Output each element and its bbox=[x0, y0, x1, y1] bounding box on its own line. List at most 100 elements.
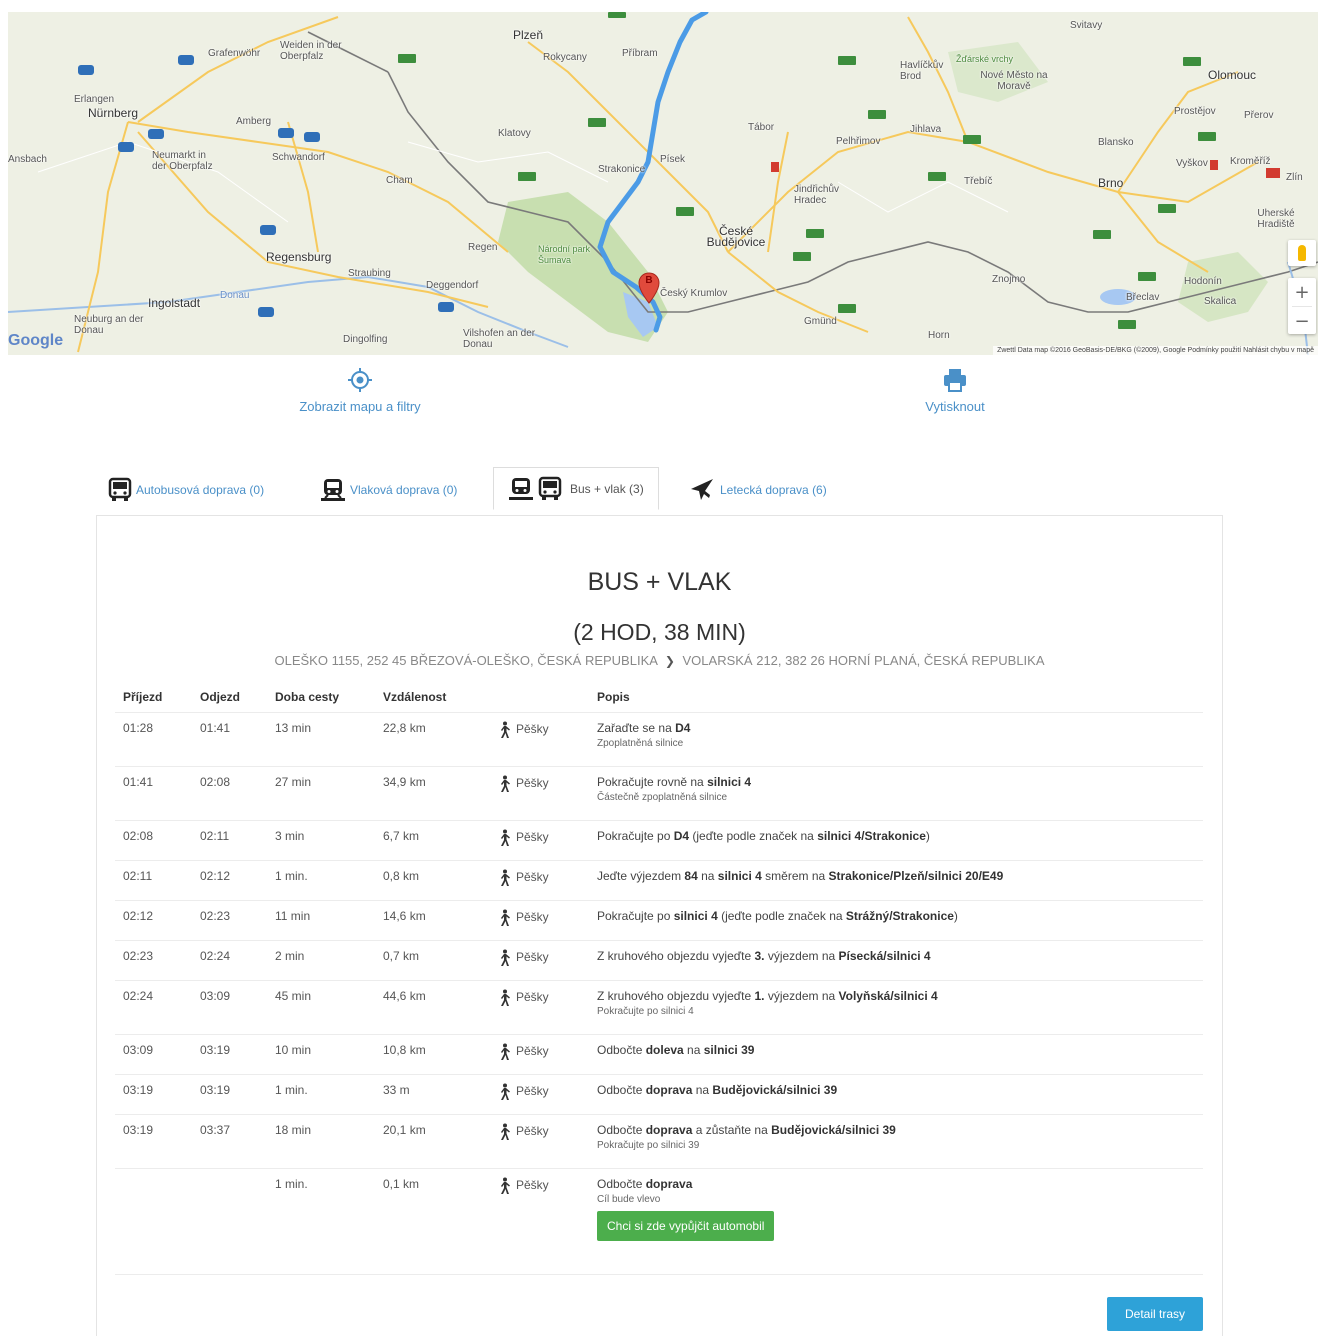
tab-bus-train[interactable]: Bus + vlak (3) bbox=[493, 467, 659, 510]
walk-label: Pěšky bbox=[516, 1043, 549, 1058]
print-link[interactable]: Vytisknout bbox=[880, 367, 1030, 414]
route-detail-button[interactable]: Detail trasy bbox=[1107, 1297, 1203, 1331]
marker-label: B bbox=[645, 275, 653, 286]
map-label-schwandorf: Schwandorf bbox=[272, 152, 325, 163]
rent-car-button[interactable]: Chci si zde vypůjčit automobil bbox=[597, 1210, 775, 1241]
description-part: Pokračujte rovně na bbox=[597, 774, 708, 789]
header-description: Popis bbox=[597, 690, 630, 704]
step-subnote: Pokračujte po silnici 39 bbox=[597, 1139, 700, 1151]
step-instruction: Pokračujte rovně na silnici 4 bbox=[597, 775, 1195, 789]
walk-label: Pěšky bbox=[516, 909, 549, 924]
step-description: Pokračujte po D4 (jeďte podle značek na … bbox=[589, 819, 1203, 860]
route-to: VOLARSKÁ 212, 382 26 HORNÍ PLANÁ, ČESKÁ … bbox=[682, 653, 1045, 668]
map-label-vilshofen: Vilshofen an der Donau bbox=[463, 328, 536, 350]
step-departure: 03:19 bbox=[192, 1073, 267, 1114]
train-icon bbox=[509, 477, 533, 500]
transport-tabs: Autobusová doprava (0) Vlaková doprava (… bbox=[96, 465, 1223, 510]
map-label-nove-mesto: Nové Město na Moravě bbox=[980, 70, 1048, 92]
map-label-rokycany: Rokycany bbox=[543, 52, 587, 63]
map-label-ansbach: Ansbach bbox=[8, 154, 47, 165]
chevron-right-icon: ❯ bbox=[664, 654, 675, 668]
header-departure: Odjezd bbox=[200, 690, 241, 704]
step-distance: 22,8 km bbox=[375, 711, 489, 766]
route-from: OLEŠKO 1155, 252 45 BŘEZOVÁ-OLEŠKO, ČESK… bbox=[274, 653, 658, 668]
step-instruction: Odbočte doprava a zůstaňte na Budějovick… bbox=[597, 1123, 1195, 1137]
step-duration: 1 min. bbox=[267, 859, 375, 900]
step-duration: 3 min bbox=[267, 819, 375, 860]
map-label-donau: Donau bbox=[220, 290, 250, 301]
description-part: Pokračujte po bbox=[597, 828, 674, 843]
map-label-dingolfing: Dingolfing bbox=[343, 334, 388, 345]
step-instruction: Z kruhového objezdu vyjeďte 1. výjezdem … bbox=[597, 989, 1195, 1003]
tab-bus[interactable]: Autobusová doprava (0) bbox=[108, 470, 264, 510]
route-panel: BUS + VLAK (2 HOD, 38 MIN) OLEŠKO 1155, … bbox=[96, 515, 1223, 1336]
map-label-erlangen: Erlangen bbox=[74, 94, 115, 105]
description-part: doleva bbox=[645, 1042, 684, 1057]
description-part: silnici 4 bbox=[707, 774, 752, 789]
airplane-icon bbox=[691, 479, 713, 500]
route-summary: OLEŠKO 1155, 252 45 BŘEZOVÁ-OLEŠKO, ČESK… bbox=[97, 653, 1222, 668]
description-part: Jeďte výjezdem bbox=[597, 868, 685, 883]
step-mode: Pěšky bbox=[489, 1113, 589, 1168]
header-duration: Doba cesty bbox=[275, 690, 340, 704]
walking-icon bbox=[501, 1177, 510, 1194]
tab-bus-train-label: Bus + vlak (3) bbox=[570, 481, 644, 496]
walking-icon bbox=[501, 829, 510, 846]
step-instruction: Odbočte doleva na silnici 39 bbox=[597, 1043, 1195, 1057]
map-attribution[interactable]: Zwettl Data map ©2016 GeoBasis-DE/BKG (©… bbox=[993, 346, 1318, 355]
map-label-uherske-hradiste: Uherské Hradiště bbox=[1257, 208, 1295, 230]
map-label-prerov: Přerov bbox=[1244, 110, 1274, 121]
map-label-sumava: Národní park Šumava bbox=[538, 244, 591, 265]
show-map-filters-link[interactable]: Zobrazit mapu a filtry bbox=[270, 367, 450, 414]
step-arrival: 02:24 bbox=[115, 979, 192, 1034]
tab-flight[interactable]: Letecká doprava (6) bbox=[688, 470, 827, 510]
map-label-prostejov: Prostějov bbox=[1174, 106, 1216, 117]
description-part: Budějovická/silnici 39 bbox=[771, 1122, 896, 1137]
walking-icon bbox=[501, 775, 510, 792]
step-departure: 03:19 bbox=[192, 1033, 267, 1074]
zoom-in-button[interactable]: + bbox=[1288, 278, 1316, 306]
description-part: 3. bbox=[754, 948, 765, 963]
step-duration: 27 min bbox=[267, 765, 375, 820]
step-distance: 44,6 km bbox=[375, 979, 489, 1034]
description-part: silnici 4 bbox=[673, 908, 718, 923]
street-view-pegman[interactable] bbox=[1288, 240, 1316, 266]
table-row: 03:19 03:19 1 min. 33 m Pěšky Odbočte doprava… bbox=[115, 1073, 1203, 1114]
description-part: Z kruhového objezdu vyjeďte bbox=[597, 988, 755, 1003]
table-row: 02:11 02:12 1 min. 0,8 km Pěšky Jeďte výjezde… bbox=[115, 859, 1203, 900]
step-mode: Pěšky bbox=[489, 819, 589, 860]
description-part: na bbox=[692, 1082, 713, 1097]
description-part: (jeďte podle značek na bbox=[689, 828, 818, 843]
panel-title: BUS + VLAK bbox=[587, 568, 732, 596]
description-part: 84 bbox=[684, 868, 698, 883]
description-part: ) bbox=[925, 828, 930, 843]
description-part: D4 bbox=[675, 720, 691, 735]
description-part: Z kruhového objezdu vyjeďte bbox=[597, 948, 755, 963]
route-map[interactable]: Erlangen Nürnberg Ansbach Amberg Schwand… bbox=[8, 12, 1318, 355]
map-label-olomouc: Olomouc bbox=[1208, 68, 1257, 82]
walk-label: Pěšky bbox=[516, 869, 549, 884]
description-part: výjezdem na bbox=[764, 948, 839, 963]
route-steps-body: 01:28 01:41 13 min 22,8 km Pěšky Zařaďte se n… bbox=[115, 711, 1203, 1266]
table-row: 1 min. 0,1 km Pěšky Odbočte doprava Cíl bude… bbox=[115, 1167, 1203, 1266]
map-label-regen: Regen bbox=[468, 242, 498, 253]
step-mode: Pěšky bbox=[489, 1033, 589, 1074]
destination-marker[interactable]: B bbox=[638, 272, 660, 304]
step-arrival: 02:11 bbox=[115, 859, 192, 900]
map-label-blansko: Blansko bbox=[1098, 137, 1134, 148]
map-label-brno: Brno bbox=[1098, 176, 1124, 190]
step-departure: 02:12 bbox=[192, 859, 267, 900]
walking-icon bbox=[501, 989, 510, 1006]
description-part: 1. bbox=[754, 988, 765, 1003]
step-description: Odbočte doprava a zůstaňte na Budějovick… bbox=[589, 1113, 1203, 1168]
walking-icon bbox=[501, 869, 510, 886]
zoom-out-button[interactable]: − bbox=[1288, 307, 1316, 335]
map-label-weiden: Weiden in der Oberpfalz bbox=[280, 40, 342, 62]
description-part: Odbočte bbox=[597, 1176, 646, 1191]
walking-icon bbox=[501, 909, 510, 926]
tab-train-label: Vlaková doprava (0) bbox=[350, 483, 458, 497]
step-mode: Pěšky bbox=[489, 711, 589, 766]
map-label-jihlava: Jihlava bbox=[910, 124, 942, 135]
description-part: (jeďte podle značek na bbox=[717, 908, 846, 923]
tab-train[interactable]: Vlaková doprava (0) bbox=[320, 470, 457, 510]
